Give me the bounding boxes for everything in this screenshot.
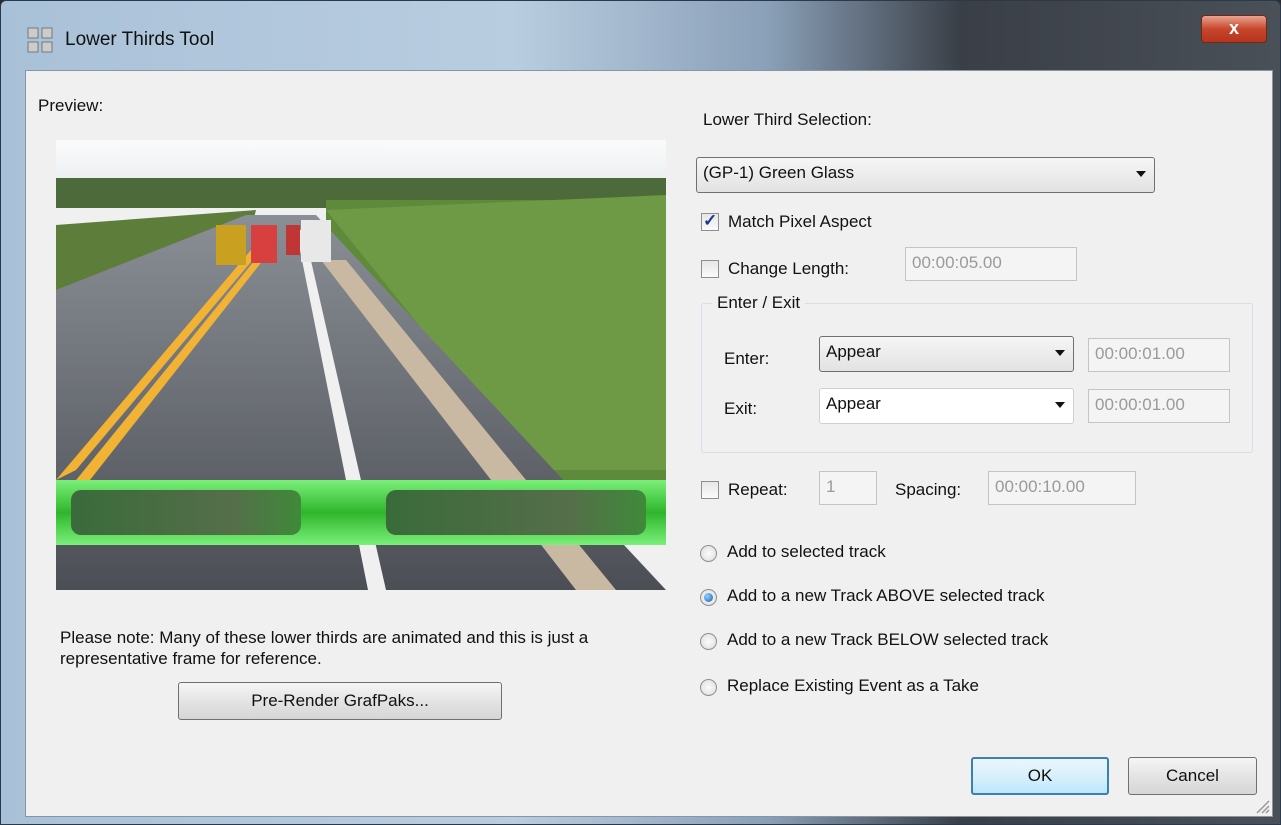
lower-third-select[interactable]: (GP-1) Green Glass (696, 157, 1155, 193)
lower-third-select-value: (GP-1) Green Glass (703, 163, 855, 182)
close-icon: x (1228, 18, 1239, 38)
change-length-checkbox[interactable] (701, 260, 719, 278)
option-replace-existing-event-label[interactable]: Replace Existing Event as a Take (727, 676, 979, 696)
app-icon (27, 27, 53, 53)
match-pixel-aspect-label[interactable]: Match Pixel Aspect (728, 212, 872, 232)
enter-select-value: Appear (826, 342, 881, 361)
radio-add-to-selected-track[interactable] (700, 545, 717, 562)
prerender-grafpaks-button[interactable]: Pre-Render GrafPaks... (178, 682, 502, 720)
spacing-label: Spacing: (895, 480, 962, 499)
enter-exit-group (701, 303, 1253, 453)
change-length-label[interactable]: Change Length: (728, 259, 849, 279)
repeat-label[interactable]: Repeat: (728, 480, 788, 500)
exit-duration-field[interactable]: 00:00:01.00 (1088, 389, 1230, 423)
exit-select[interactable]: Appear (819, 388, 1074, 424)
option-add-to-selected-track-label[interactable]: Add to selected track (727, 542, 886, 562)
preview-label: Preview: (38, 96, 104, 115)
close-button[interactable]: x (1201, 15, 1267, 43)
chevron-down-icon (1055, 402, 1065, 408)
spacing-field[interactable]: 00:00:10.00 (988, 471, 1136, 505)
enter-duration-field[interactable]: 00:00:01.00 (1088, 338, 1230, 372)
enter-exit-group-label: Enter / Exit (712, 293, 806, 313)
option-add-new-track-below-label[interactable]: Add to a new Track BELOW selected track (727, 630, 1048, 650)
radio-add-new-track-above[interactable] (700, 589, 717, 606)
exit-label: Exit: (724, 399, 758, 418)
lower-third-selection-label: Lower Third Selection: (703, 110, 872, 129)
preview-image (56, 140, 666, 590)
resize-grip-icon[interactable] (1252, 796, 1270, 814)
option-add-new-track-above-label[interactable]: Add to a new Track ABOVE selected track (727, 586, 1045, 606)
chevron-down-icon (1055, 350, 1065, 356)
enter-label: Enter: (724, 349, 770, 368)
radio-replace-existing-event[interactable] (700, 679, 717, 696)
cancel-button[interactable]: Cancel (1128, 757, 1257, 795)
match-pixel-aspect-checkbox[interactable] (701, 211, 719, 231)
preview-note: Please note: Many of these lower thirds … (60, 628, 589, 668)
enter-select[interactable]: Appear (819, 336, 1074, 372)
dialog-body: Preview: Please note: Many of these lowe… (25, 70, 1273, 817)
repeat-checkbox[interactable] (701, 481, 719, 499)
chevron-down-icon (1136, 171, 1146, 177)
repeat-count-field[interactable]: 1 (819, 471, 877, 505)
change-length-field[interactable]: 00:00:05.00 (905, 247, 1077, 281)
window-title: Lower Thirds Tool (65, 29, 215, 50)
radio-add-new-track-below[interactable] (700, 633, 717, 650)
exit-select-value: Appear (826, 394, 881, 413)
dialog-window: Lower Thirds Tool x Preview: Please note… (0, 0, 1281, 825)
ok-button[interactable]: OK (971, 757, 1109, 795)
title-bar[interactable]: Lower Thirds Tool x (1, 1, 1280, 69)
